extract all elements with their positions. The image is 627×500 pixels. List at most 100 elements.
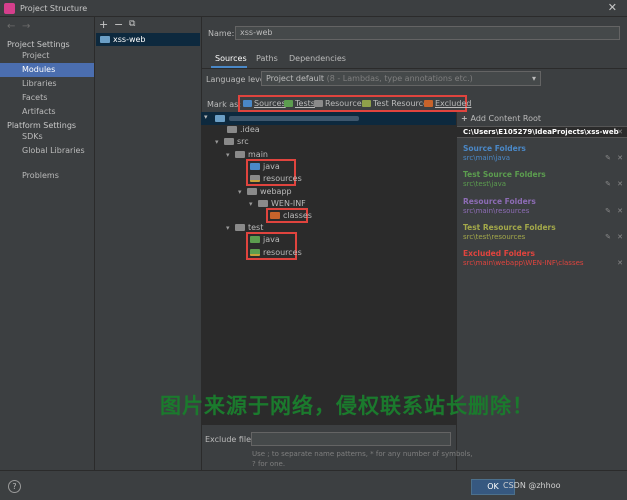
remove-icon[interactable]: − [114, 18, 123, 31]
nav-item-project[interactable]: Project [0, 49, 94, 63]
remove-icon[interactable]: ✕ [617, 233, 623, 241]
tree-item-src[interactable]: ▾ src [215, 136, 249, 148]
nav-item-libraries[interactable]: Libraries [0, 77, 94, 91]
back-arrow-icon[interactable]: ← [7, 21, 15, 32]
folder-tree: ▾ .idea ▾ src ▾ main java resources ▾ webap… [201, 112, 456, 425]
folder-icon [235, 151, 245, 158]
add-icon: + [461, 114, 471, 123]
add-icon[interactable]: + [99, 18, 108, 31]
nav-item-problems[interactable]: Problems [0, 169, 94, 183]
test-source-folder-path: src\test\java [463, 180, 507, 188]
content-root-path: C:\Users\E105279\IdeaProjects\xss-web [463, 128, 619, 136]
mark-test-resources-button[interactable]: Test Resources [362, 98, 432, 110]
language-level-value: Project default [266, 74, 325, 83]
exclude-files-input[interactable] [251, 432, 451, 446]
source-folder-path: src\main\java [463, 154, 511, 162]
resources-folder-icon [314, 100, 323, 107]
tree-label: src [237, 137, 249, 146]
name-input[interactable]: xss-web [235, 26, 620, 40]
tab-sources[interactable]: Sources [215, 54, 247, 63]
nav-item-facets[interactable]: Facets [0, 91, 94, 105]
root-folder-icon [215, 115, 225, 122]
chevron-down-icon: ▾ [226, 151, 230, 159]
close-icon[interactable]: ✕ [608, 1, 617, 14]
mark-as-label: Mark as: [207, 100, 242, 109]
module-label: xss-web [113, 35, 146, 44]
nav-item-artifacts[interactable]: Artifacts [0, 105, 94, 119]
tree-label: java [263, 162, 280, 171]
test-resource-folders-heading: Test Resource Folders [463, 223, 556, 232]
excluded-folder-icon [424, 100, 433, 107]
tree-label: WEN-INF [271, 199, 306, 208]
tab-dependencies[interactable]: Dependencies [289, 54, 346, 63]
help-icon[interactable]: ? [8, 480, 21, 493]
section-platform-settings: Platform Settings [7, 121, 77, 130]
mark-resources-label: Resources [325, 99, 366, 108]
folder-icon [235, 224, 245, 231]
add-content-root-label: Add Content Root [470, 114, 542, 123]
edit-icon[interactable]: ✎ [605, 180, 611, 188]
excluded-folder-icon [270, 212, 280, 219]
excluded-folders-heading: Excluded Folders [463, 249, 535, 258]
tree-label: main [248, 150, 268, 159]
source-folders-heading: Source Folders [463, 144, 526, 153]
folder-icon [247, 188, 257, 195]
remove-icon[interactable]: ✕ [617, 154, 623, 162]
tab-divider [202, 68, 627, 69]
tree-item-resources[interactable]: resources [250, 173, 302, 185]
tree-item-classes[interactable]: classes [270, 210, 312, 222]
remove-icon[interactable]: ✕ [617, 180, 623, 188]
add-content-root-button[interactable]: + Add Content Root [461, 114, 541, 123]
tree-label: java [263, 235, 280, 244]
folder-icon [224, 138, 234, 145]
mark-resources-button[interactable]: Resources [314, 98, 366, 110]
redacted-path [229, 116, 359, 121]
tree-label: resources [263, 248, 302, 257]
tree-label: test [248, 223, 264, 232]
exclude-hint-2: ? for one. [252, 460, 286, 468]
nav-item-sdks[interactable]: SDKs [0, 130, 94, 144]
title-bar: Project Structure ✕ [0, 0, 627, 17]
chevron-down-icon: ▾ [531, 74, 536, 83]
language-level-select[interactable]: Project default (8 - Lambdas, type annot… [261, 71, 541, 86]
tree-label: webapp [260, 187, 292, 196]
folder-icon [258, 200, 268, 207]
resource-folders-heading: Resource Folders [463, 197, 536, 206]
test-resource-folder-path: src\test\resources [463, 233, 526, 241]
mark-excluded-label: Excluded [435, 99, 472, 108]
mark-tests-button[interactable]: Tests [284, 98, 315, 110]
remove-icon[interactable]: ✕ [617, 259, 623, 267]
chevron-down-icon: ▾ [226, 224, 230, 232]
sources-folder-icon [243, 100, 252, 107]
nav-item-global-libraries[interactable]: Global Libraries [0, 144, 94, 158]
remove-root-icon[interactable]: ✕ [617, 128, 623, 136]
test-source-folders-heading: Test Source Folders [463, 170, 546, 179]
mark-excluded-button[interactable]: Excluded [424, 98, 471, 110]
exclude-hint: Use ; to separate name patterns, * for a… [252, 450, 473, 458]
copy-icon[interactable]: ⧉ [129, 19, 135, 29]
tree-item-webapp[interactable]: ▾ webapp [238, 186, 292, 198]
nav-item-modules[interactable]: Modules [0, 63, 94, 77]
module-folder-icon [100, 36, 110, 43]
tree-item-test-java[interactable]: java [250, 234, 280, 246]
app-logo-icon [4, 3, 15, 14]
mark-sources-button[interactable]: Sources [243, 98, 286, 110]
chevron-down-icon: ▾ [215, 138, 219, 146]
exclude-files-label: Exclude files: [205, 435, 258, 444]
remove-icon[interactable]: ✕ [617, 207, 623, 215]
section-project-settings: Project Settings [7, 40, 70, 49]
mark-tests-label: Tests [295, 99, 315, 108]
edit-icon[interactable]: ✎ [605, 207, 611, 215]
window-title: Project Structure [20, 4, 88, 13]
edit-icon[interactable]: ✎ [605, 233, 611, 241]
chevron-down-icon: ▾ [238, 188, 242, 196]
forward-arrow-icon[interactable]: → [22, 21, 30, 32]
tree-item-test-resources[interactable]: resources [250, 247, 302, 259]
language-level-hint: (8 - Lambdas, type annotations etc.) [326, 74, 473, 83]
edit-icon[interactable]: ✎ [605, 154, 611, 162]
tree-item-idea[interactable]: .idea [227, 124, 260, 136]
module-item[interactable]: xss-web [96, 33, 200, 46]
tree-item-java[interactable]: java [250, 161, 280, 173]
resource-folder-icon [250, 175, 260, 182]
tab-paths[interactable]: Paths [256, 54, 278, 63]
